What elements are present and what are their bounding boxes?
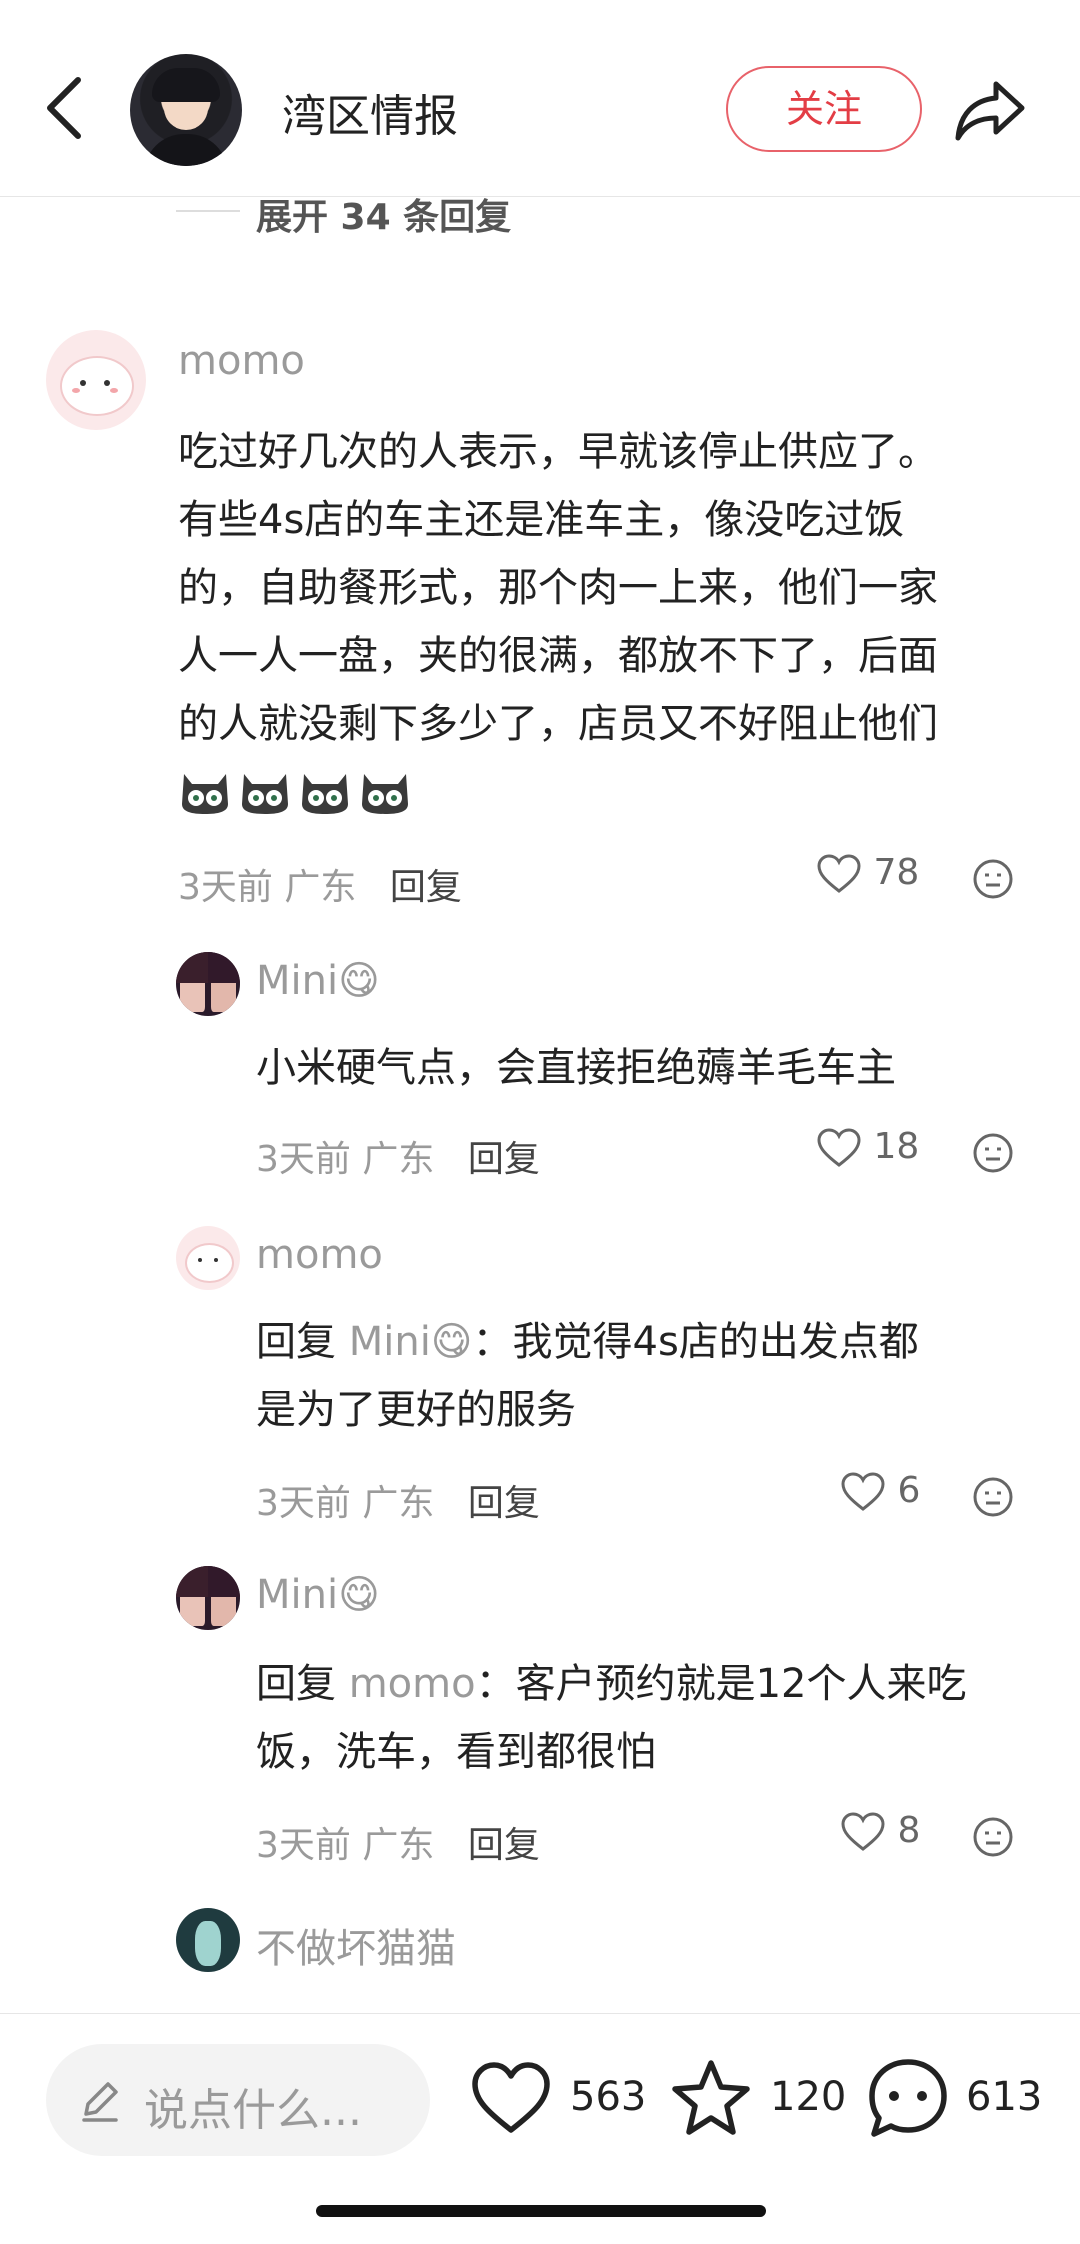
comment-line-text: ：客户预约就是12个人来吃 [475, 1661, 967, 1707]
emoji-row [178, 762, 418, 820]
comment-meta: 3天前 广东 回复 [178, 858, 462, 910]
heart-icon [817, 854, 861, 893]
avatar[interactable] [46, 330, 146, 430]
home-indicator[interactable] [316, 2205, 766, 2217]
heart-icon [472, 2062, 550, 2133]
comment-count: 613 [966, 2074, 1043, 2120]
reply-to-username[interactable]: Mini😋 [349, 1319, 473, 1365]
neutral-face-icon[interactable] [972, 1132, 1014, 1174]
cat-emoji-icon [178, 762, 232, 816]
avatar[interactable] [176, 952, 240, 1016]
comment-username[interactable]: Mini😋 [256, 1572, 380, 1618]
avatar[interactable] [176, 1908, 240, 1972]
top-bar: 湾区情报 关注 [0, 0, 1080, 197]
chevron-left-icon[interactable] [40, 72, 90, 144]
comment-line: 人一人一盘，夹的很满，都放不下了，后面 [178, 633, 938, 679]
comment-line: 的人就没剩下多少了，店员又不好阻止他们 [178, 701, 938, 747]
follow-button[interactable]: 关注 [726, 66, 922, 152]
comment-line: 吃过好几次的人表示，早就该停止供应了。 [178, 429, 938, 475]
author-avatar[interactable] [130, 54, 242, 166]
reply-button[interactable]: 回复 [390, 867, 462, 908]
comment-line: 回复 Mini😋：我觉得4s店的出发点都 [256, 1318, 1036, 1386]
pencil-icon [82, 2082, 118, 2122]
neutral-face-icon[interactable] [972, 1476, 1014, 1518]
comment-location: 广东 [362, 1483, 435, 1524]
reply-button[interactable]: 回复 [468, 1483, 540, 1524]
speech-bubble-icon [869, 2059, 947, 2137]
favorite-count: 120 [770, 2074, 847, 2120]
comment-line: 回复 momo：客户预约就是12个人来吃 [256, 1660, 1056, 1728]
heart-icon [841, 1812, 885, 1851]
comment-time: 3天前 [256, 1139, 351, 1180]
neutral-face-icon[interactable] [972, 1816, 1014, 1858]
reply-prefix: 回复 [256, 1319, 336, 1365]
comment-username[interactable]: momo [256, 1232, 383, 1278]
star-icon [672, 2060, 750, 2135]
like-count: 78 [873, 852, 920, 893]
avatar[interactable] [176, 1566, 240, 1630]
like-button[interactable]: 8 [840, 1810, 920, 1853]
share-icon[interactable] [952, 74, 1028, 144]
comment-placeholder: 说点什么... [144, 2085, 362, 2136]
comment-location: 广东 [284, 867, 357, 908]
like-button[interactable]: 18 [816, 1126, 919, 1169]
comment-location: 广东 [362, 1139, 435, 1180]
like-count: 563 [570, 2074, 647, 2120]
reply-prefix: 回复 [256, 1661, 336, 1707]
comment-meta: 3天前 广东 回复 [256, 1130, 540, 1182]
neutral-face-icon[interactable] [972, 858, 1014, 900]
heart-icon [817, 1128, 861, 1167]
comment-line: 的，自助餐形式，那个肉一上来，他们一家 [178, 565, 938, 611]
comment-location: 广东 [362, 1825, 435, 1866]
expand-divider [176, 210, 240, 212]
comment-username[interactable]: 不做坏猫猫 [256, 1916, 456, 1974]
comment-text: 吃过好几次的人表示，早就该停止供应了。 有些4s店的车主还是准车主，像没吃过饭 … [178, 428, 1038, 768]
like-button[interactable]: 78 [816, 852, 919, 895]
cat-emoji-icon [238, 762, 292, 816]
cat-emoji-icon [358, 762, 412, 816]
comment-line: 小米硬气点，会直接拒绝薅羊毛车主 [256, 1045, 896, 1091]
like-post-button[interactable]: 563 [470, 2054, 650, 2144]
comment-line: 是为了更好的服务 [256, 1387, 576, 1433]
comment-text: 小米硬气点，会直接拒绝薅羊毛车主 [256, 1044, 1036, 1092]
comment-username[interactable]: Mini😋 [256, 958, 380, 1004]
comment-time: 3天前 [256, 1483, 351, 1524]
comment-text: 回复 Mini😋：我觉得4s店的出发点都 是为了更好的服务 [256, 1318, 1036, 1434]
like-button[interactable]: 6 [840, 1470, 920, 1513]
comment-meta: 3天前 广东 回复 [256, 1474, 540, 1526]
like-count: 8 [897, 1810, 921, 1851]
avatar[interactable] [176, 1226, 240, 1290]
reply-button[interactable]: 回复 [468, 1139, 540, 1180]
comment-input[interactable]: 说点什么... [46, 2044, 430, 2156]
heart-icon [841, 1472, 885, 1511]
comment-username[interactable]: momo [178, 338, 305, 384]
like-count: 6 [897, 1470, 921, 1511]
favorite-button[interactable]: 120 [670, 2054, 850, 2144]
author-name[interactable]: 湾区情报 [282, 80, 458, 144]
reply-to-username[interactable]: momo [349, 1661, 476, 1707]
comment-line: 有些4s店的车主还是准车主，像没吃过饭 [178, 497, 905, 543]
comment-time: 3天前 [178, 867, 273, 908]
comment-time: 3天前 [256, 1825, 351, 1866]
comment-line-text: ：我觉得4s店的出发点都 [472, 1319, 919, 1365]
comment-count-button[interactable]: 613 [866, 2054, 1066, 2144]
comment-line: 饭，洗车，看到都很怕 [256, 1729, 656, 1775]
reply-button[interactable]: 回复 [468, 1825, 540, 1866]
comment-meta: 3天前 广东 回复 [256, 1816, 540, 1868]
cat-emoji-icon [298, 762, 352, 816]
like-count: 18 [873, 1126, 920, 1167]
comment-text: 回复 momo：客户预约就是12个人来吃 饭，洗车，看到都很怕 [256, 1660, 1056, 1776]
